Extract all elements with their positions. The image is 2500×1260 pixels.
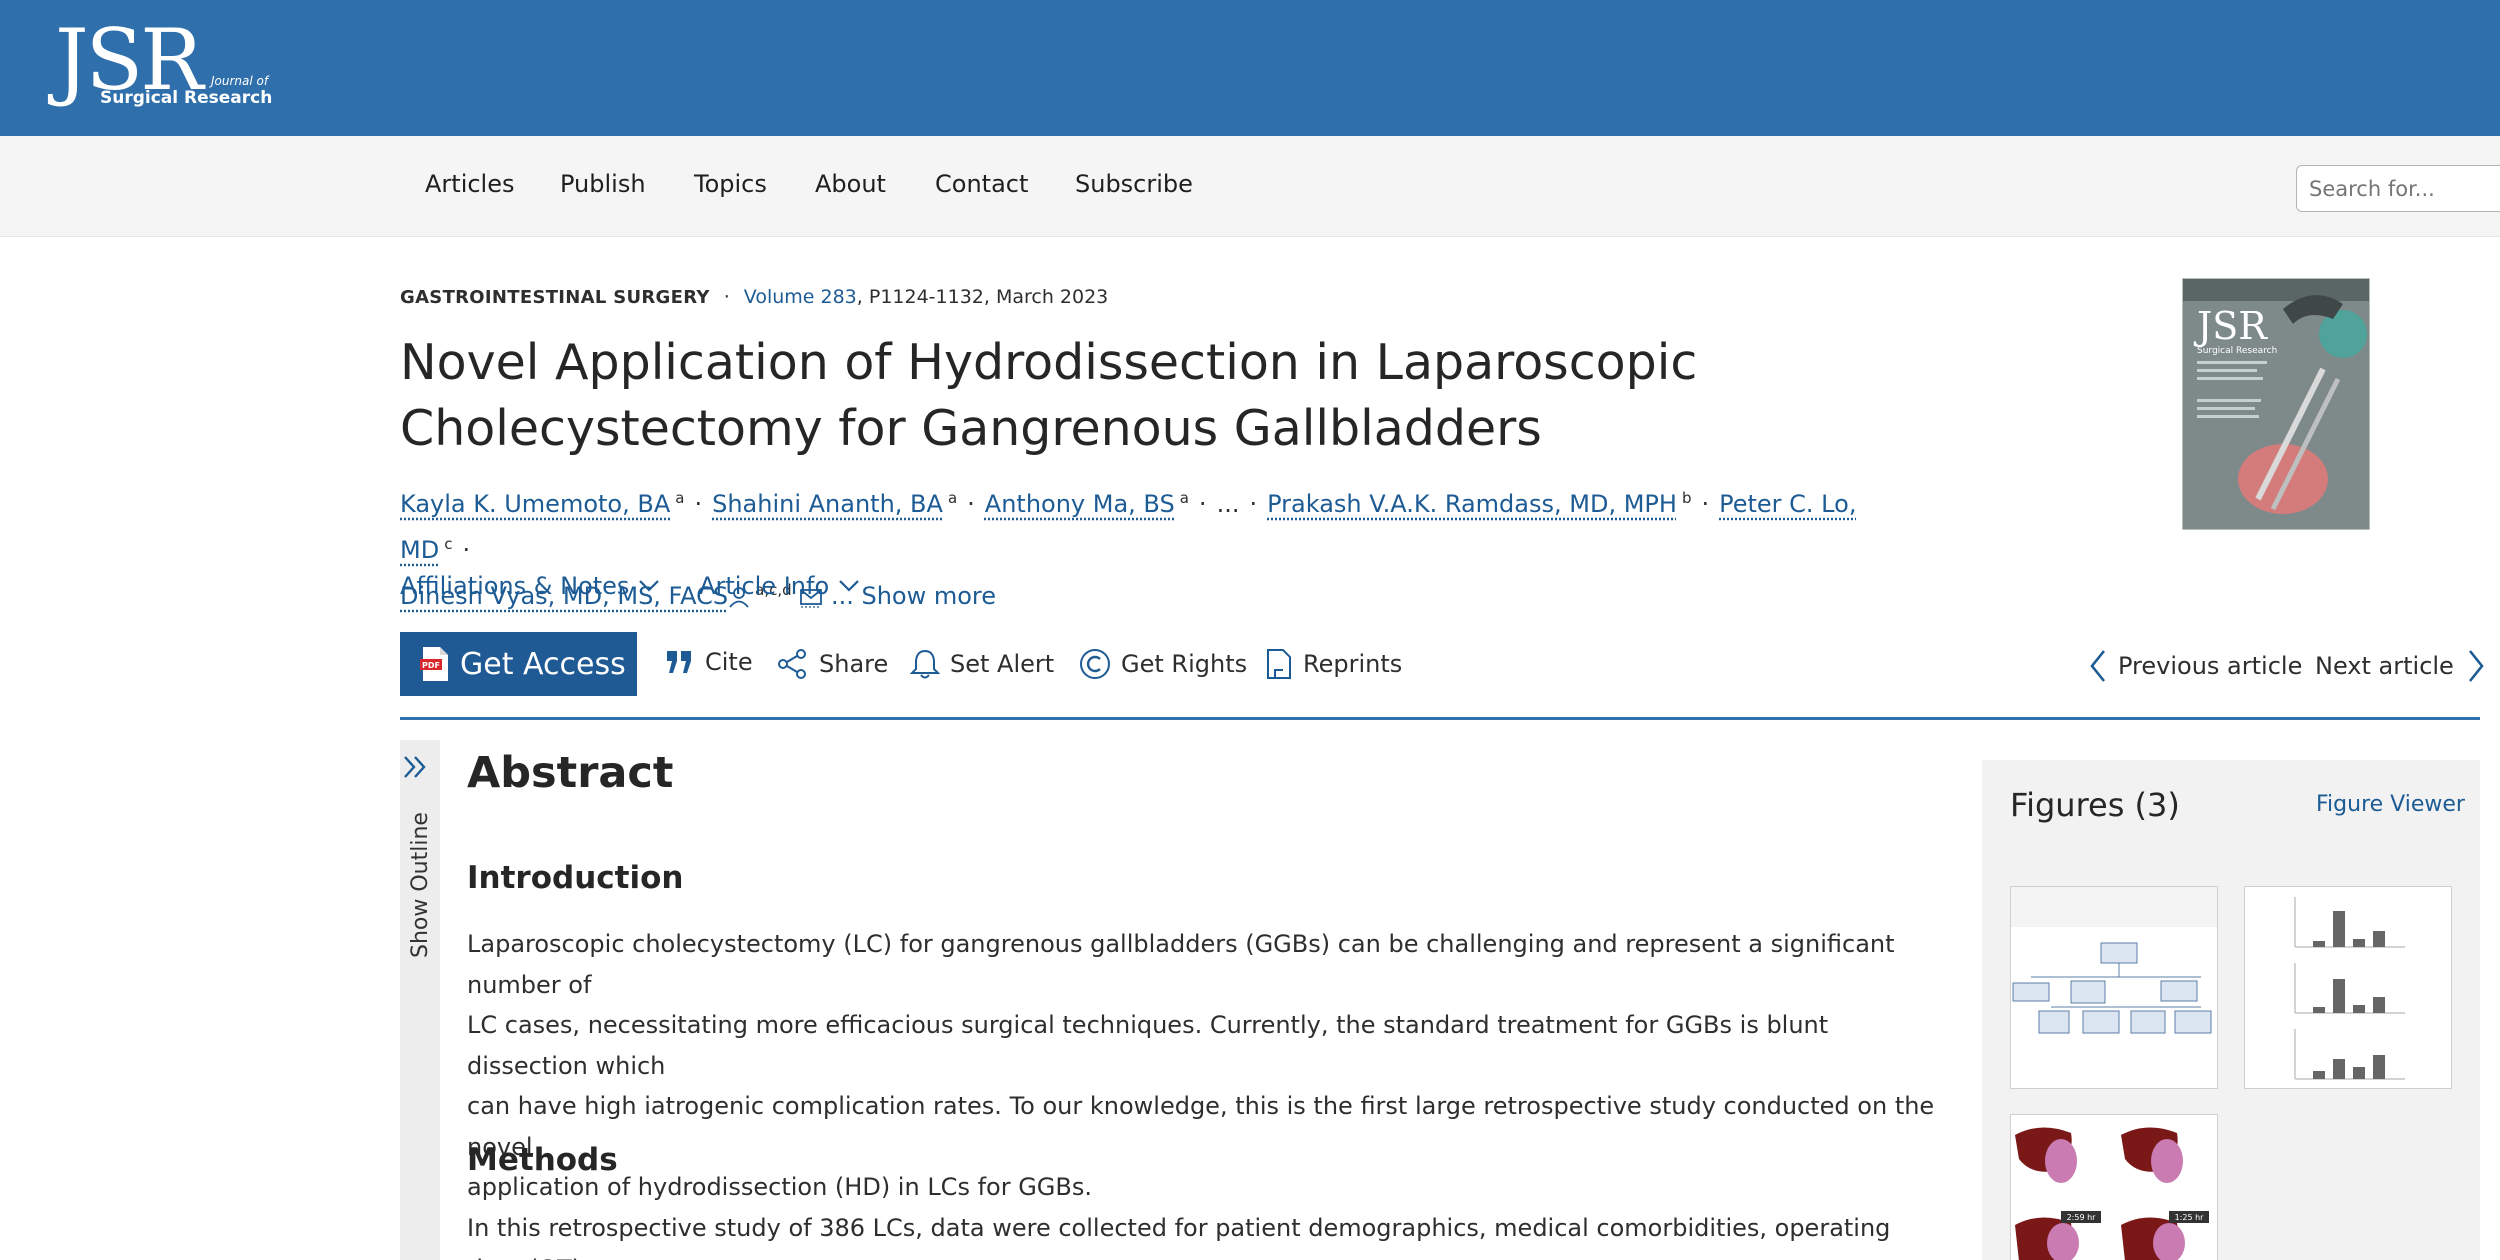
share-label: Share <box>819 650 889 678</box>
volume-link[interactable]: Volume 283 <box>744 286 857 308</box>
author-affil: a <box>675 489 685 507</box>
share-button[interactable]: Share <box>777 648 888 680</box>
figures-panel: Figures (3) Figure Viewer 2:59 hr 1:25 h… <box>1982 760 2480 1260</box>
set-alert-button[interactable]: Set Alert <box>910 648 1054 680</box>
author-affil: c <box>444 535 453 553</box>
nav-publish[interactable]: Publish <box>560 170 646 198</box>
journal-logo[interactable]: JSR Journal of Surgical Research <box>55 18 272 108</box>
set-alert-label: Set Alert <box>950 650 1055 678</box>
next-article-label: Next article <box>2315 652 2454 680</box>
nav-articles[interactable]: Articles <box>425 170 515 198</box>
meta-separator: · <box>723 286 730 308</box>
paragraph-line: In this retrospective study of 386 LCs, … <box>467 1214 1891 1260</box>
nav-contact[interactable]: Contact <box>935 170 1028 198</box>
get-rights-button[interactable]: Get Rights <box>1079 648 1247 680</box>
pdf-icon: PDF <box>420 647 448 681</box>
author-affil: b <box>1681 489 1692 507</box>
get-access-label: Get Access <box>460 646 626 682</box>
share-icon <box>778 649 806 679</box>
methods-heading: Methods <box>467 1142 618 1178</box>
next-article-link[interactable]: Next article <box>2315 648 2486 684</box>
double-chevron-right-icon[interactable] <box>400 752 430 782</box>
article-title: Novel Application of Hydrodissection in … <box>400 330 1700 462</box>
figure-thumbnail-1[interactable] <box>2010 886 2218 1089</box>
nav-topics[interactable]: Topics <box>694 170 767 198</box>
authors-ellipsis: ... <box>1216 490 1240 518</box>
nav-subscribe[interactable]: Subscribe <box>1075 170 1193 198</box>
svg-text:Surgical Research: Surgical Research <box>2197 346 2277 356</box>
article-meta: GASTROINTESTINAL SURGERY · Volume 283, P11… <box>400 286 1108 308</box>
cite-label: Cite <box>705 648 753 676</box>
reprints-button[interactable]: Reprints <box>1265 648 1402 680</box>
thumb-label-1: 2:59 hr <box>2067 1213 2097 1222</box>
site-header: JSR Journal of Surgical Research <box>0 0 2500 136</box>
svg-text:PDF: PDF <box>422 661 440 670</box>
cite-button[interactable]: Cite <box>665 648 753 676</box>
author-affil: a <box>947 489 958 507</box>
document-icon <box>1267 649 1291 679</box>
chevron-down-icon <box>639 580 660 592</box>
pages-date: , P1124-1132, March 2023 <box>856 286 1109 308</box>
introduction-paragraph: Laparoscopic cholecystectomy (LC) for ga… <box>467 924 1947 1208</box>
bell-icon <box>910 649 940 679</box>
paragraph-line: LC cases, necessitating more efficacious… <box>467 1011 1829 1080</box>
chevron-left-icon <box>2090 650 2106 682</box>
title-line-1: Novel Application of Hydrodissection in … <box>400 334 1698 391</box>
introduction-heading: Introduction <box>467 860 684 896</box>
article-info-dropdown[interactable]: Article Info <box>699 572 861 600</box>
article-info-label: Article Info <box>699 572 830 600</box>
article-dropdowns: Affiliations & Notes Article Info <box>400 572 891 600</box>
previous-article-link[interactable]: Previous article <box>2088 648 2302 684</box>
figure-thumbnail-3[interactable]: 2:59 hr 1:25 hr <box>2010 1114 2218 1260</box>
author-separator: · <box>1701 490 1710 518</box>
search-input[interactable] <box>2296 165 2500 212</box>
svg-text:JSR: JSR <box>2193 304 2268 348</box>
reprints-label: Reprints <box>1303 650 1403 678</box>
chevron-right-icon <box>2468 650 2484 682</box>
previous-article-label: Previous article <box>2118 652 2303 680</box>
article-section[interactable]: GASTROINTESTINAL SURGERY <box>400 287 710 308</box>
logo-subtitle-1: Journal of <box>211 74 269 88</box>
get-access-button[interactable]: PDF Get Access <box>400 632 637 696</box>
affiliations-label: Affiliations & Notes <box>400 572 630 600</box>
article-toolbar: PDF Get Access Cite Share Set Alert Get … <box>400 632 2484 720</box>
author-link[interactable]: Kayla K. Umemoto, BA <box>400 490 670 518</box>
paragraph-line: application of hydrodissection (HD) in L… <box>467 1173 1092 1201</box>
figure-viewer-link[interactable]: Figure Viewer <box>2316 792 2465 817</box>
author-link[interactable]: Anthony Ma, BS <box>985 490 1175 518</box>
figure-thumbnail-2[interactable] <box>2244 886 2452 1089</box>
author-separator: · <box>694 490 703 518</box>
show-outline-toggle[interactable]: Show Outline <box>408 812 433 958</box>
get-rights-label: Get Rights <box>1121 650 1248 678</box>
quote-icon <box>667 651 691 673</box>
affiliations-dropdown[interactable]: Affiliations & Notes <box>400 572 661 600</box>
title-line-2: Cholecystectomy for Gangrenous Gallbladd… <box>400 400 1542 457</box>
methods-paragraph: In this retrospective study of 386 LCs, … <box>467 1208 1947 1260</box>
figures-title: Figures (3) <box>2010 786 2180 824</box>
author-link[interactable]: Shahini Ananth, BA <box>712 490 943 518</box>
paragraph-line: can have high iatrogenic complication ra… <box>467 1092 1935 1161</box>
author-separator: · <box>967 490 975 518</box>
nav-about[interactable]: About <box>815 170 886 198</box>
main-nav: Articles Publish Topics About Contact Su… <box>0 136 2500 237</box>
author-affil: a <box>1179 489 1189 507</box>
abstract-heading: Abstract <box>467 748 674 798</box>
logo-subtitle-2: Surgical Research <box>100 88 273 108</box>
author-separator: · <box>1198 490 1207 518</box>
copyright-icon <box>1080 649 1110 679</box>
journal-cover-image[interactable]: JSR Surgical Research <box>2182 278 2370 530</box>
author-link[interactable]: Prakash V.A.K. Ramdass, MD, MPH <box>1267 490 1677 518</box>
paragraph-line: Laparoscopic cholecystectomy (LC) for ga… <box>467 930 1895 999</box>
chevron-down-icon <box>839 580 859 592</box>
author-separator: · <box>1249 490 1258 518</box>
author-separator: · <box>462 536 471 564</box>
thumb-label-2: 1:25 hr <box>2175 1213 2205 1222</box>
